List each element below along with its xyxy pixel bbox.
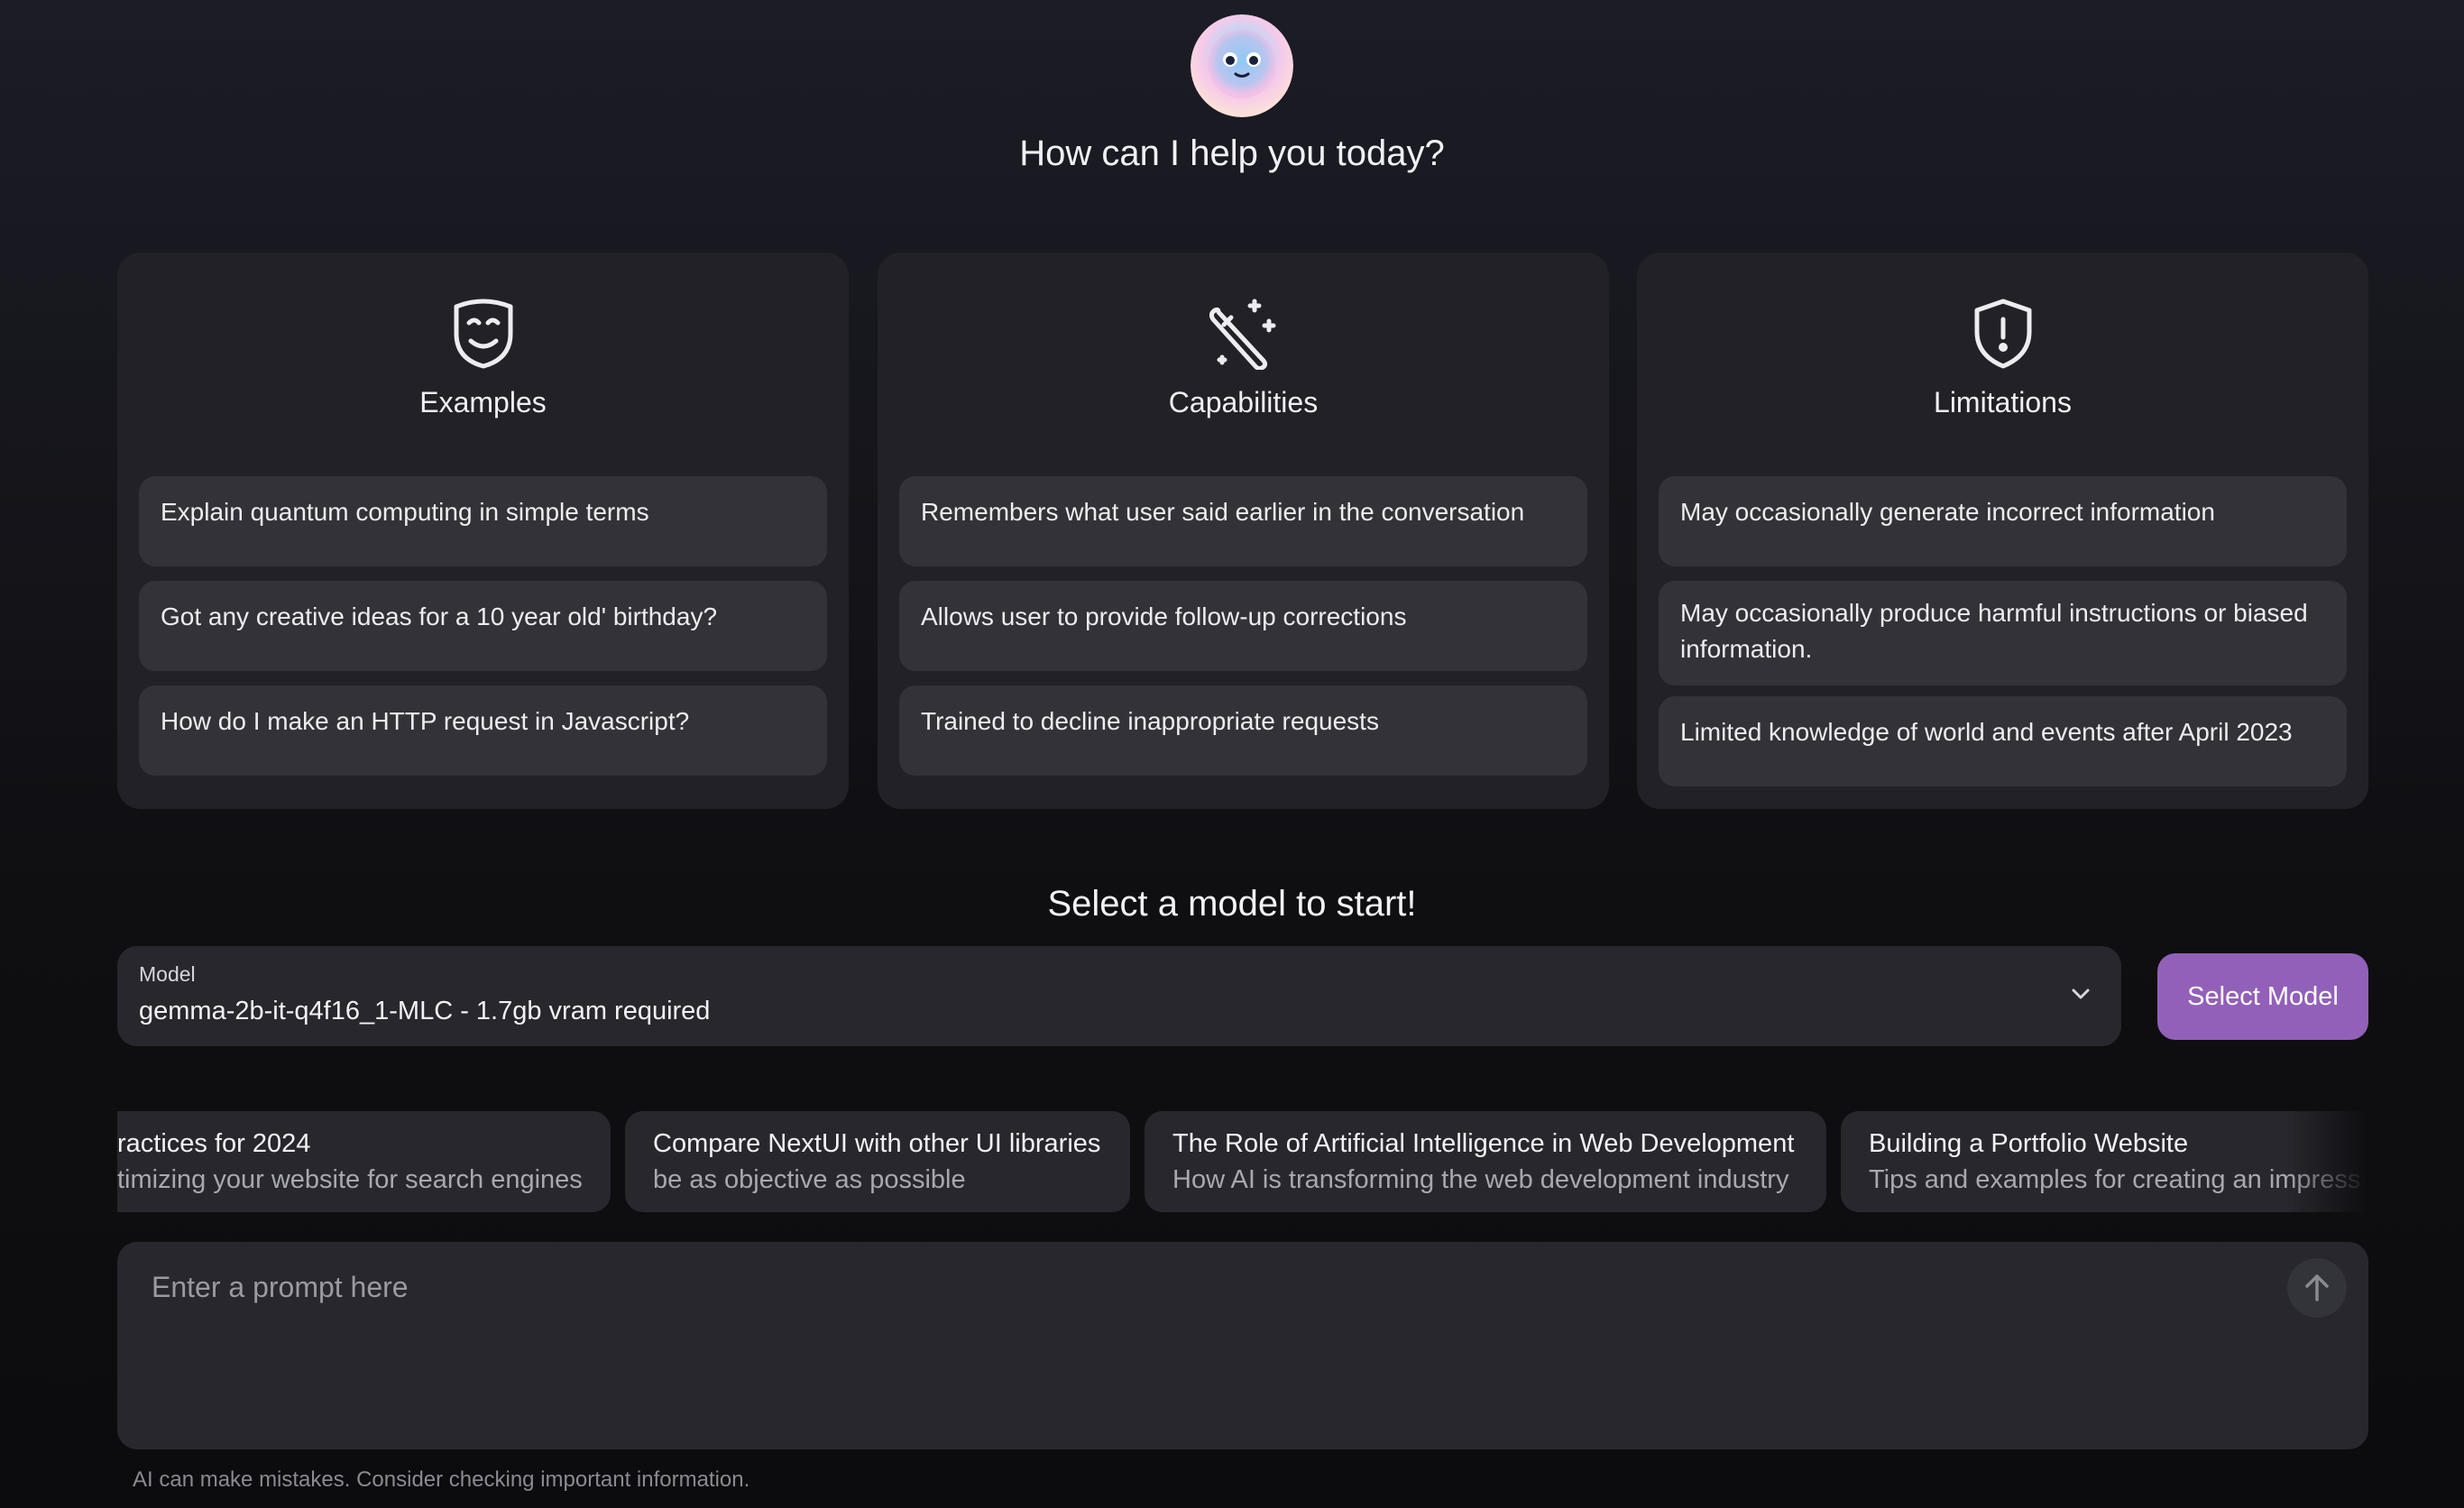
prompt-input[interactable] bbox=[152, 1267, 2226, 1421]
suggestion-subtitle: How AI is transforming the web developme… bbox=[1172, 1165, 1789, 1194]
magic-wand-icon bbox=[878, 298, 1609, 370]
model-select-dropdown[interactable]: Model gemma-2b-it-q4f16_1-MLC - 1.7gb vr… bbox=[117, 946, 2121, 1046]
example-item-http[interactable]: How do I make an HTTP request in Javascr… bbox=[139, 685, 827, 776]
suggestion-subtitle: be as objective as possible bbox=[653, 1165, 966, 1194]
select-model-heading: Select a model to start! bbox=[1047, 884, 1417, 924]
example-item-quantum[interactable]: Explain quantum computing in simple term… bbox=[139, 476, 827, 566]
limitations-title: Limitations bbox=[1934, 386, 2072, 418]
suggestion-subtitle: Tips and examples for creating an impres… bbox=[1869, 1165, 2361, 1194]
arrow-up-icon bbox=[2305, 1274, 2329, 1301]
limitations-card: Limitations May occasionally generate in… bbox=[1637, 253, 2368, 809]
model-select-label: Model bbox=[139, 962, 196, 986]
capabilities-card: Capabilities Remembers what user said ea… bbox=[878, 253, 1609, 809]
disclaimer-text: AI can make mistakes. Consider checking … bbox=[133, 1467, 750, 1492]
limitation-item-incorrect: May occasionally generate incorrect info… bbox=[1659, 476, 2347, 566]
examples-title: Examples bbox=[419, 386, 547, 418]
shield-alert-icon bbox=[1637, 298, 2368, 370]
limitation-item-harmful: May occasionally produce harmful instruc… bbox=[1659, 581, 2347, 685]
suggestion-title: ractices for 2024 bbox=[117, 1129, 311, 1158]
model-select-value: gemma-2b-it-q4f16_1-MLC - 1.7gb vram req… bbox=[139, 997, 711, 1025]
capability-item-decline: Trained to decline inappropriate request… bbox=[899, 685, 1587, 776]
suggestion-title: The Role of Artificial Intelligence in W… bbox=[1172, 1129, 1795, 1158]
theater-mask-icon bbox=[117, 298, 849, 370]
capabilities-title: Capabilities bbox=[1168, 386, 1319, 418]
suggestion-title: Compare NextUI with other UI libraries bbox=[653, 1129, 1101, 1158]
suggestion-card-seo[interactable]: ractices for 2024 timizing your website … bbox=[117, 1111, 611, 1212]
send-button[interactable] bbox=[2287, 1258, 2347, 1318]
suggestion-subtitle: timizing your website for search engines bbox=[117, 1165, 583, 1194]
suggestion-carousel: ractices for 2024 timizing your website … bbox=[117, 1111, 2368, 1212]
assistant-avatar bbox=[1191, 14, 1293, 117]
example-item-birthday[interactable]: Got any creative ideas for a 10 year old… bbox=[139, 581, 827, 671]
suggestion-title: Building a Portfolio Website bbox=[1869, 1129, 2189, 1158]
examples-card: Examples Explain quantum computing in si… bbox=[117, 253, 849, 809]
capability-item-corrections: Allows user to provide follow-up correct… bbox=[899, 581, 1587, 671]
select-model-button[interactable]: Select Model bbox=[2157, 953, 2368, 1040]
suggestion-card-ai-webdev[interactable]: The Role of Artificial Intelligence in W… bbox=[1145, 1111, 1826, 1212]
suggestion-card-nextui[interactable]: Compare NextUI with other UI libraries b… bbox=[625, 1111, 1130, 1212]
smiling-face-avatar-icon bbox=[1191, 14, 1293, 117]
prompt-box bbox=[117, 1242, 2368, 1449]
chevron-down-icon[interactable] bbox=[2067, 980, 2094, 1007]
limitation-item-knowledge: Limited knowledge of world and events af… bbox=[1659, 696, 2347, 786]
suggestion-card-portfolio[interactable]: Building a Portfolio Website Tips and ex… bbox=[1841, 1111, 2368, 1212]
capability-item-memory: Remembers what user said earlier in the … bbox=[899, 476, 1587, 566]
greeting-heading: How can I help you today? bbox=[1019, 133, 1445, 173]
